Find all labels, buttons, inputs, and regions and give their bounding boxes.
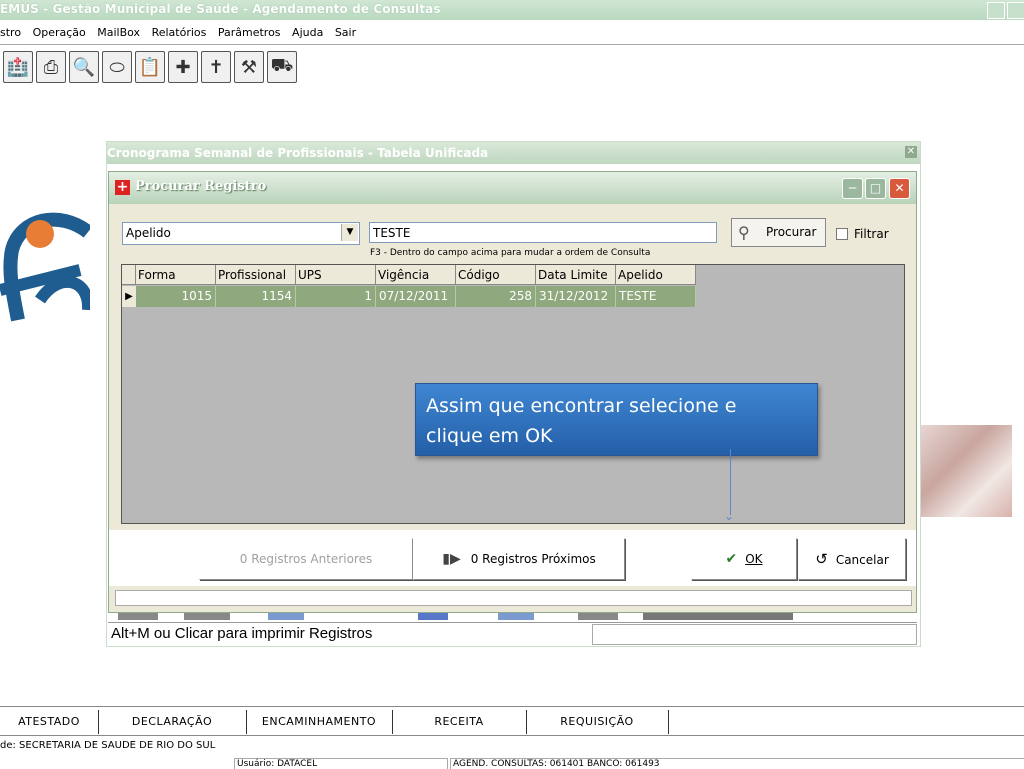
app-title: EMUS - Gestão Municipal de Saúde - Agend… <box>0 2 441 16</box>
tab-atestado[interactable]: ATESTADO <box>0 710 99 734</box>
menu-ajuda[interactable]: Ajuda <box>292 22 323 44</box>
toolbar: 🏥 ⎙ 🔍 ⬭ 📋 ✚ ✝ ⚒ ⛟ <box>0 48 310 86</box>
app-title-bar: EMUS - Gestão Municipal de Saúde - Agend… <box>0 0 1024 20</box>
cross-icon[interactable]: ✝ <box>201 51 231 83</box>
table-cell[interactable]: 07/12/2011 <box>376 286 456 307</box>
health-unit: de: SECRETARIA DE SAUDE DE RIO DO SUL <box>0 740 216 751</box>
chevron-down-icon[interactable]: ▼ <box>341 224 358 241</box>
syringe-icon[interactable]: ✚ <box>168 51 198 83</box>
table-cell[interactable]: TESTE <box>616 286 696 307</box>
close-icon[interactable]: ✕ <box>905 146 917 158</box>
column-header[interactable]: Código <box>456 265 536 285</box>
tab-requisicao[interactable]: REQUISIÇÃO <box>526 710 669 734</box>
agenda-panel: AGEND. CONSULTAS: 061401 BANCO: 061493 <box>450 758 1024 769</box>
cancel-button[interactable]: ↺ Cancelar <box>798 538 906 580</box>
dialog-minimize-button[interactable]: ─ <box>842 178 863 199</box>
filter-checkbox[interactable] <box>836 228 848 240</box>
order-select-value: Apelido <box>126 226 171 240</box>
magnifier-icon: ⚲ <box>738 223 750 242</box>
ok-button[interactable]: ✔ OK <box>691 538 797 580</box>
schedule-window-title-bar: Cronograma Semanal de Profissionais - Ta… <box>107 142 920 164</box>
dialog-title-bar: + Procurar Registro ─ □ ✕ <box>109 172 916 204</box>
column-header[interactable]: Forma <box>136 265 216 285</box>
table-cell[interactable]: 1015 <box>136 286 216 307</box>
row-pointer-icon: ▶ <box>122 286 137 307</box>
schedule-window-title: Cronograma Semanal de Profissionais - Ta… <box>107 146 489 160</box>
dialog-title: Procurar Registro <box>135 179 267 194</box>
printer-icon[interactable]: ⎙ <box>36 51 66 83</box>
bottom-tab-bar: ATESTADO DECLARAÇÃO ENCAMINHAMENTO RECEI… <box>0 706 1024 736</box>
column-header[interactable]: UPS <box>296 265 376 285</box>
menu-bar: stro Operação MailBox Relatórios Parâmet… <box>0 22 1024 45</box>
tab-encaminhamento[interactable]: ENCAMINHAMENTO <box>246 710 393 734</box>
column-header[interactable]: Apelido <box>616 265 696 285</box>
table-cell[interactable]: 1154 <box>216 286 296 307</box>
pill-icon[interactable]: ⬭ <box>102 51 132 83</box>
check-icon: ✔ <box>725 551 738 567</box>
column-header[interactable]: Data Limite <box>536 265 616 285</box>
search-button-label: Procurar <box>766 225 817 239</box>
search-input[interactable] <box>369 222 717 243</box>
menu-parametros[interactable]: Parâmetros <box>218 22 281 44</box>
print-hint: Alt+M ou Clicar para imprimir Registros <box>111 625 373 642</box>
row-indicator-header <box>122 265 136 285</box>
search-doc-icon[interactable]: 🔍 <box>69 51 99 83</box>
order-select[interactable]: Apelido ▼ <box>122 222 360 245</box>
search-hint: F3 - Dentro do campo acima para mudar a … <box>370 248 651 258</box>
maximize-button[interactable] <box>1007 2 1024 19</box>
hospital-icon[interactable]: 🏥 <box>3 51 33 83</box>
background-photo <box>918 425 1012 517</box>
cancel-label: Cancelar <box>835 553 889 567</box>
dialog-button-bar: 0 Registros Anteriores ▮▶ 0 Registros Pró… <box>109 530 916 586</box>
ok-label: OK <box>745 552 763 566</box>
table-cell[interactable]: 1 <box>296 286 376 307</box>
previous-records-button[interactable]: 0 Registros Anteriores <box>199 538 413 580</box>
callout-line-1: Assim que encontrar selecione e <box>426 395 737 417</box>
undo-icon: ↺ <box>815 550 828 568</box>
column-header[interactable]: Vigência <box>376 265 456 285</box>
table-cell[interactable]: 31/12/2012 <box>536 286 616 307</box>
menu-mailbox[interactable]: MailBox <box>97 22 140 44</box>
arrow-down-icon: ⌄ <box>724 509 735 523</box>
menu-cadastro[interactable]: stro <box>0 22 21 44</box>
search-button[interactable]: ⚲ Procurar <box>731 218 826 247</box>
callout-arrow <box>730 449 731 515</box>
dialog-close-button[interactable]: ✕ <box>889 178 910 199</box>
schedule-status-bar: Alt+M ou Clicar para imprimir Registros <box>108 622 917 645</box>
status-bar: de: SECRETARIA DE SAUDE DE RIO DO SUL Us… <box>0 736 1024 769</box>
next-records-label: 0 Registros Próximos <box>470 552 596 566</box>
red-cross-icon: + <box>115 179 130 195</box>
callout-line-2: clique em OK <box>426 425 553 447</box>
minimize-button[interactable] <box>987 2 1005 19</box>
menu-sair[interactable]: Sair <box>335 22 356 44</box>
dialog-maximize-button[interactable]: □ <box>865 178 886 199</box>
menu-operacao[interactable]: Operação <box>33 22 86 44</box>
filter-label: Filtrar <box>854 227 889 241</box>
status-panel <box>592 624 917 645</box>
next-records-button[interactable]: ▮▶ 0 Registros Próximos <box>413 538 625 580</box>
dialog-status-strip <box>115 590 912 606</box>
medkit-icon[interactable]: ⚒ <box>234 51 264 83</box>
menu-relatorios[interactable]: Relatórios <box>152 22 207 44</box>
tab-declaracao[interactable]: DECLARAÇÃO <box>98 710 247 734</box>
column-header[interactable]: Profissional <box>216 265 296 285</box>
table-cell[interactable]: 258 <box>456 286 536 307</box>
ambulance-icon[interactable]: ⛟ <box>267 51 297 83</box>
tab-receita[interactable]: RECEITA <box>392 710 527 734</box>
user-panel: Usuário: DATACEL <box>234 758 448 769</box>
play-icon: ▮▶ <box>442 551 461 567</box>
instruction-callout: Assim que encontrar selecione e clique e… <box>415 383 818 456</box>
background-logo <box>0 212 90 322</box>
clipboard-icon[interactable]: 📋 <box>135 51 165 83</box>
